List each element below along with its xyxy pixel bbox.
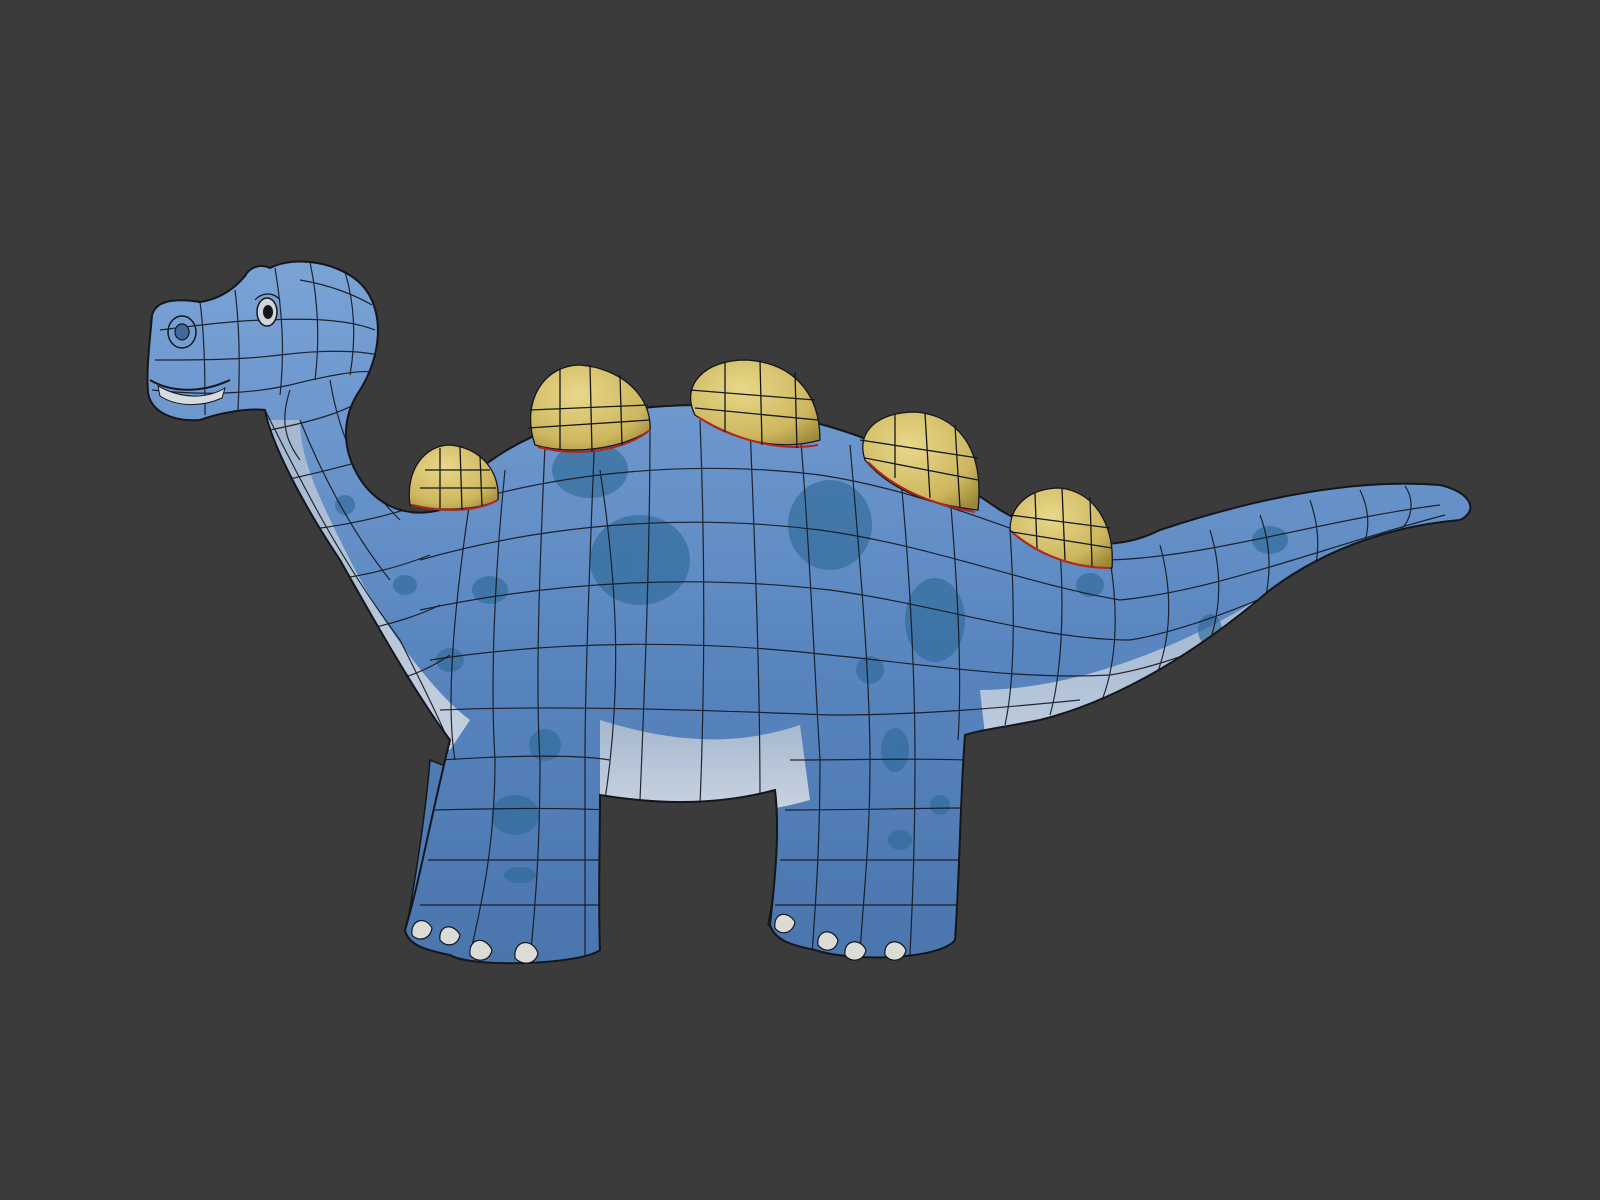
plate-1	[408, 444, 499, 512]
dinosaur-model	[146, 260, 1472, 965]
3d-viewport[interactable]	[0, 0, 1600, 1200]
plate-2	[527, 364, 651, 453]
dinosaur-body	[146, 260, 1472, 965]
